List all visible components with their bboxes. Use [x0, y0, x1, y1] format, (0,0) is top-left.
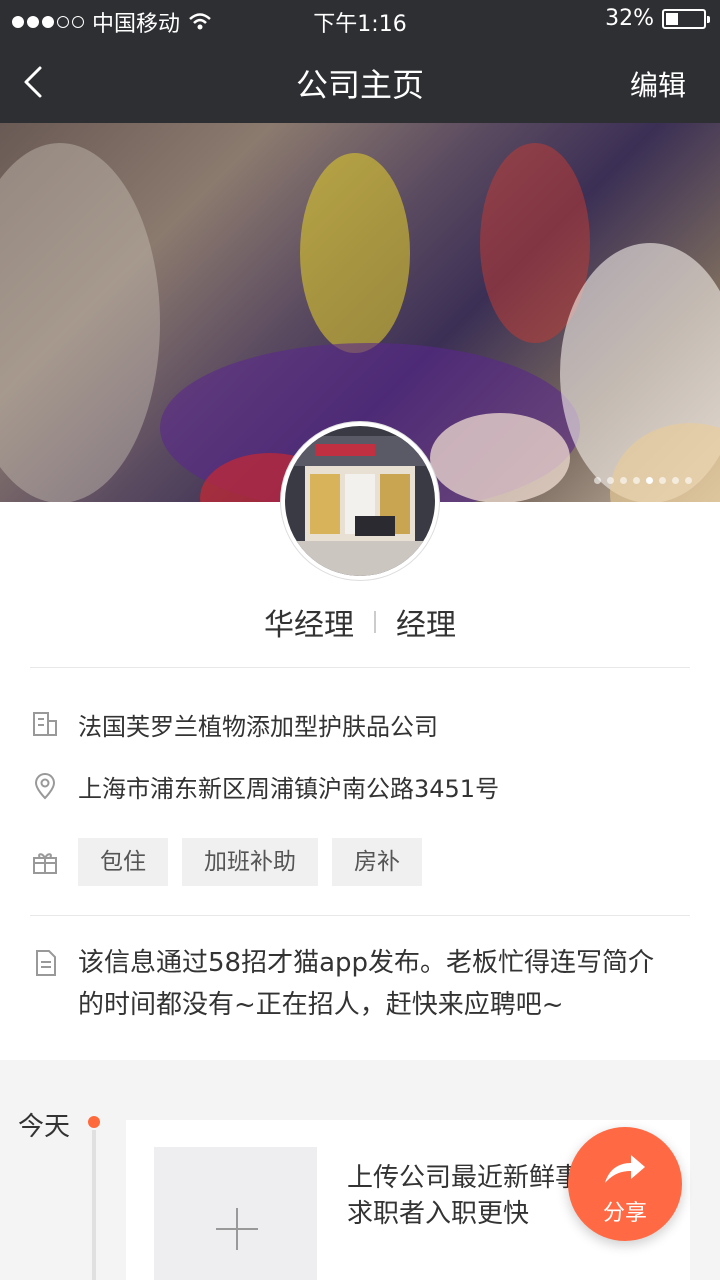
status-right: 32% — [605, 6, 710, 31]
benefit-tags: 包住 加班补助 房补 — [78, 838, 422, 886]
carousel-dot-active — [646, 477, 653, 484]
nav-bar: 公司主页 编辑 — [0, 40, 720, 123]
company-avatar[interactable] — [281, 422, 439, 580]
plus-icon-vertical — [236, 1208, 238, 1250]
contact-name: 华经理 — [264, 608, 354, 643]
contact-name-row: 华经理 经理 — [0, 600, 720, 644]
address-row: 上海市浦东新区周浦镇沪南公路3451号 — [30, 764, 690, 808]
divider — [30, 915, 690, 916]
edit-button[interactable]: 编辑 — [630, 64, 686, 104]
timeline-dot — [88, 1116, 100, 1128]
share-label: 分享 — [602, 1201, 647, 1226]
status-bar: 中国移动 下午1:16 32% — [0, 0, 720, 40]
company-intro: 该信息通过58招才猫app发布。老板忙得连写简介的时间都没有~正在招人，赶快来应… — [30, 942, 680, 1026]
benefit-tag: 包住 — [78, 838, 168, 886]
battery-icon — [662, 8, 710, 29]
photo-shape — [430, 413, 570, 502]
battery-percent: 32% — [605, 6, 654, 31]
company-name: 法国芙罗兰植物添加型护肤品公司 — [78, 712, 438, 741]
company-name-row: 法国芙罗兰植物添加型护肤品公司 — [30, 702, 690, 746]
carousel-dot — [607, 477, 614, 484]
contact-position: 经理 — [396, 608, 456, 643]
location-pin-icon — [34, 772, 56, 800]
battery-fill — [666, 12, 678, 25]
share-button[interactable]: 分享 — [568, 1127, 682, 1241]
photo-shape — [0, 143, 160, 502]
storefront-image — [285, 426, 435, 576]
timeline-today-label: 今天 — [18, 1112, 71, 1142]
building-icon — [33, 712, 57, 736]
carousel-dot — [620, 477, 627, 484]
divider — [30, 667, 690, 668]
carousel-dot — [672, 477, 679, 484]
name-separator — [374, 611, 376, 633]
upload-prompt: 上传公司最近新鲜事求职者入职更快 — [347, 1163, 582, 1229]
intro-text: 该信息通过58招才猫app发布。老板忙得连写简介的时间都没有~正在招人，赶快来应… — [78, 948, 655, 1020]
company-address: 上海市浦东新区周浦镇沪南公路3451号 — [78, 774, 500, 803]
benefits-row: 包住 加班补助 房补 — [30, 838, 690, 886]
carousel-indicator — [594, 477, 692, 484]
share-arrow-icon — [605, 1155, 645, 1183]
benefit-tag: 加班补助 — [182, 838, 318, 886]
carousel-dot — [685, 477, 692, 484]
benefit-tag: 房补 — [332, 838, 422, 886]
page-title: 公司主页 — [295, 66, 424, 104]
carousel-dot — [633, 477, 640, 484]
document-icon — [36, 950, 56, 976]
gift-icon — [33, 853, 57, 874]
carousel-dot — [659, 477, 666, 484]
timeline-line — [92, 1130, 96, 1280]
photo-shape — [300, 153, 410, 353]
carousel-dot — [594, 477, 601, 484]
upload-photo-button[interactable] — [154, 1147, 317, 1280]
